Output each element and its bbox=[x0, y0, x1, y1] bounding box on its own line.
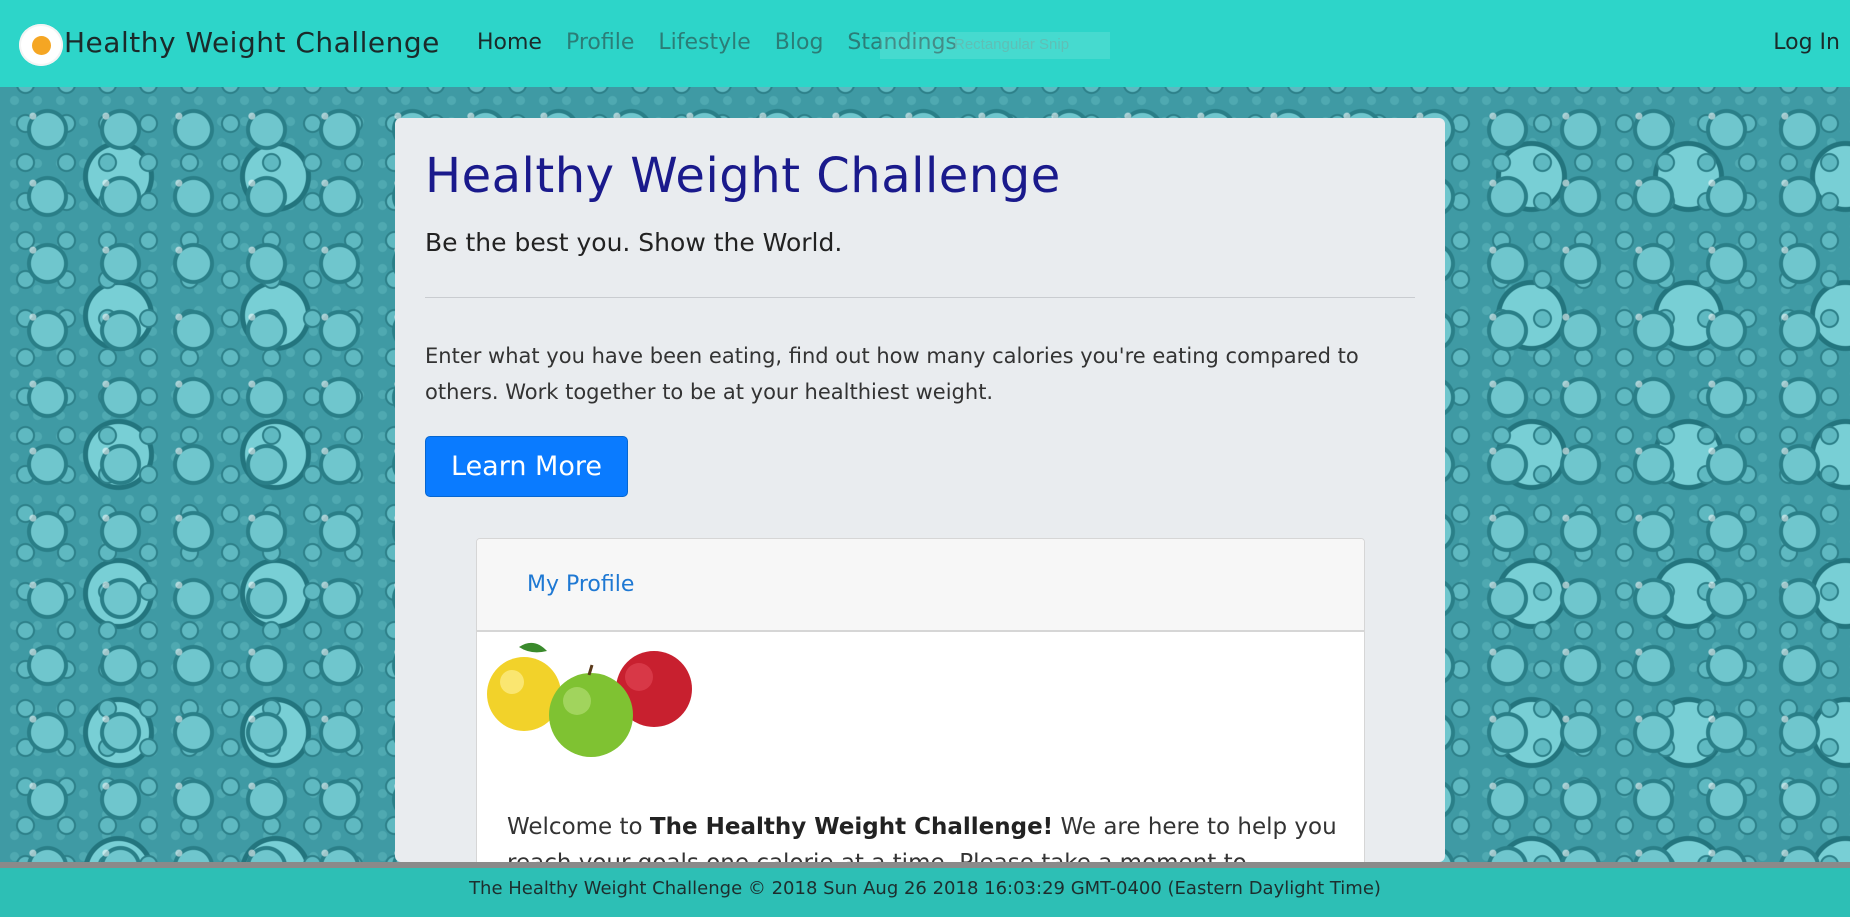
nav-home[interactable]: Home bbox=[477, 30, 542, 55]
login-link[interactable]: Log In bbox=[1773, 30, 1840, 55]
jumbotron: Healthy Weight Challenge Be the best you… bbox=[395, 118, 1445, 862]
footer: The Healthy Weight Challenge © 2018 Sun … bbox=[0, 868, 1850, 917]
fried-egg-logo-icon[interactable] bbox=[19, 24, 63, 66]
intro-text: Enter what you have been eating, find ou… bbox=[425, 344, 1359, 404]
divider bbox=[425, 297, 1415, 298]
welcome-text: Welcome to The Healthy Weight Challenge!… bbox=[507, 814, 1337, 862]
card-header: My Profile bbox=[477, 539, 1364, 632]
nav-blog[interactable]: Blog bbox=[775, 30, 824, 55]
tab-my-profile[interactable]: My Profile bbox=[527, 572, 634, 597]
welcome-bold: The Healthy Weight Challenge! bbox=[649, 814, 1054, 840]
tagline: Be the best you. Show the World. bbox=[425, 228, 843, 257]
navbar: Healthy Weight Challenge Home Profile Li… bbox=[0, 0, 1850, 87]
learn-more-button[interactable]: Learn More bbox=[425, 436, 628, 497]
snip-tool-overlay: Rectangular Snip bbox=[880, 32, 1110, 59]
profile-card: My Profile Welcome to The Healthy Weight… bbox=[476, 538, 1365, 862]
brand-name[interactable]: Healthy Weight Challenge bbox=[64, 26, 440, 59]
apples-image bbox=[487, 642, 692, 757]
nav-profile[interactable]: Profile bbox=[566, 30, 634, 55]
page-title: Healthy Weight Challenge bbox=[425, 148, 1061, 204]
nav-lifestyle[interactable]: Lifestyle bbox=[658, 30, 750, 55]
footer-text: The Healthy Weight Challenge © 2018 Sun … bbox=[469, 878, 1381, 899]
